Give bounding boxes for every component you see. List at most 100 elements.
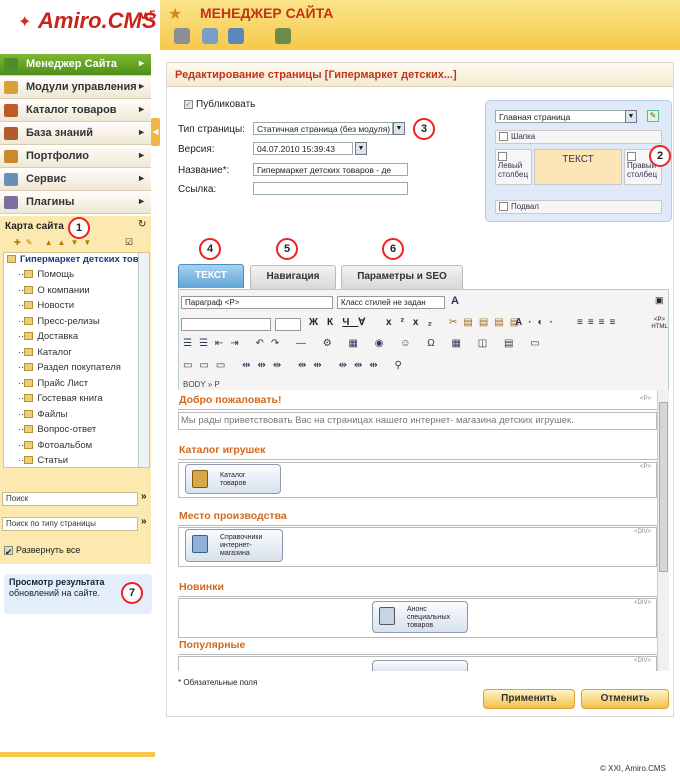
layout-left-column[interactable]: Левый столбец: [495, 149, 532, 185]
callout-3: 3: [413, 118, 435, 140]
top-bar: ★ МЕНЕДЖЕР САЙТА: [160, 0, 680, 50]
folder-icon: [24, 285, 34, 294]
size-select[interactable]: [275, 318, 301, 331]
tag-label: <P>: [639, 464, 651, 470]
special-offers-module-button[interactable]: Анонс специальных товаров: [372, 601, 468, 633]
style-select[interactable]: Класс стилей не задан: [337, 296, 445, 309]
tree-item[interactable]: ·· Вопрос-ответ: [18, 424, 96, 440]
maximize-icon[interactable]: ▣: [655, 295, 664, 306]
tree-item[interactable]: ·· Статьи: [18, 455, 68, 467]
color-buttons[interactable]: A·◐·: [515, 317, 559, 328]
tab-text[interactable]: ТЕКСТ: [178, 264, 244, 288]
search-type-go-icon[interactable]: »: [141, 516, 147, 527]
menu-item-label: Сервис: [26, 173, 67, 185]
layout-text: ТЕКСТ: [534, 149, 622, 185]
chevron-down-icon[interactable]: ▼: [625, 110, 637, 123]
font-style-icon[interactable]: A: [451, 295, 459, 307]
layout-select[interactable]: Главная страница: [495, 110, 635, 123]
catalog-module-button[interactable]: Каталог товаров: [185, 464, 281, 494]
page-type-select[interactable]: Статичная страница (без модуля): [253, 122, 393, 135]
tree-item[interactable]: ·· Прайс Лист: [18, 378, 88, 394]
menu-item-5[interactable]: Сервис ►: [0, 169, 151, 191]
tree-item[interactable]: ·· Пресс-релизы: [18, 316, 100, 332]
menu-item-6[interactable]: Плагины ►: [0, 192, 151, 214]
editor-scrollbar[interactable]: [657, 390, 669, 671]
expand-all[interactable]: ✔ Развернуть все: [4, 545, 80, 557]
tag-label: <DIV>: [633, 600, 651, 606]
tab-params-seo[interactable]: Параметры и SEO: [341, 265, 463, 289]
chevron-down-icon[interactable]: ▼: [355, 142, 367, 155]
layout-header[interactable]: Шапка: [495, 130, 662, 144]
chevron-right-icon: ►: [137, 173, 146, 183]
tree-root[interactable]: Гипермаркет детских тов: [7, 254, 139, 270]
tab-navigation[interactable]: Навигация: [250, 265, 336, 289]
sitemap-title: Карта сайта: [5, 221, 64, 232]
chevron-right-icon: ►: [137, 150, 146, 160]
sitemap-search-input[interactable]: Поиск: [2, 492, 138, 506]
folder-icon: [24, 378, 34, 387]
expand-all-checkbox[interactable]: ✔: [4, 546, 13, 557]
apply-button[interactable]: Применить: [483, 689, 575, 709]
name-label: Название*:: [178, 165, 230, 176]
list-buttons[interactable]: ☰☰⇤⇥ ↶↷ — ⚙ ▦ ◉ ☺ Ω ▦ ◫ ▤ ▭: [183, 338, 547, 349]
popular-module-button[interactable]: [372, 660, 468, 671]
directory-module-label: Справочники интернет-магазина: [220, 534, 263, 557]
plugins-icon: [4, 196, 18, 209]
refresh-pages-icon[interactable]: [228, 28, 244, 44]
refresh-icon[interactable]: ↻: [138, 219, 146, 230]
publish-toggle[interactable]: ✔ Публиковать: [184, 99, 255, 110]
text-format-buttons[interactable]: ЖКЧ∀ x²x₂: [309, 317, 441, 328]
edit-layout-icon[interactable]: ✎: [647, 110, 659, 122]
pages-icon[interactable]: [202, 28, 218, 44]
required-note: * Обязательные поля: [178, 678, 258, 687]
portfolio-icon: [4, 150, 18, 163]
folder-icon: [24, 456, 34, 465]
folder-icon: [24, 332, 34, 341]
folder-icon: [24, 301, 34, 310]
page-icon: [7, 255, 16, 264]
menu-item-label: Каталог товаров: [26, 104, 117, 116]
tree-item[interactable]: ·· Новости: [18, 300, 74, 316]
sitemap-toolbar[interactable]: ✚✎ ▲▲▼▼: [14, 238, 96, 247]
clipboard-buttons[interactable]: ✂▤▤▤▤: [449, 317, 525, 328]
directory-module-icon: [192, 535, 208, 553]
tree-scrollbar[interactable]: [138, 253, 149, 467]
menu-item-0[interactable]: Менеджер Сайта ►: [0, 54, 151, 76]
editor-content[interactable]: Добро пожаловать! <P> Мы рады приветство…: [178, 390, 657, 671]
directories-module-button[interactable]: Справочники интернет-магазина: [185, 529, 283, 562]
menu-item-3[interactable]: База знаний ►: [0, 123, 151, 145]
tree-item[interactable]: ·· Помощь: [18, 269, 74, 285]
tree-item[interactable]: ·· О компании: [18, 285, 90, 301]
format-select[interactable]: Параграф <P>: [181, 296, 333, 309]
version-label: Версия:: [178, 144, 215, 155]
section-welcome-title: Добро пожаловать!: [178, 394, 657, 410]
callout-5: 5: [276, 238, 298, 260]
tools-icon[interactable]: [174, 28, 190, 44]
search-go-icon[interactable]: »: [141, 491, 147, 502]
link-input[interactable]: [253, 182, 408, 195]
checkbox-icon[interactable]: ☑: [125, 237, 133, 248]
search-type-select[interactable]: Поиск по типу страницы: [2, 517, 138, 531]
screen-icon[interactable]: [275, 28, 291, 44]
menu-item-1[interactable]: Модули управления ►: [0, 77, 151, 99]
menu-item-4[interactable]: Портфолио ►: [0, 146, 151, 168]
tree-item[interactable]: ·· Файлы: [18, 409, 68, 425]
collapse-panel-button[interactable]: ◀: [151, 118, 160, 146]
menu-item-2[interactable]: Каталог товаров ►: [0, 100, 151, 122]
tree-item[interactable]: ·· Фотоальбом: [18, 440, 92, 456]
layout-footer[interactable]: Подвал: [495, 200, 662, 214]
version-select[interactable]: 04.07.2010 15:39:43: [253, 142, 353, 155]
tree-item[interactable]: ·· Раздел покупателя: [18, 362, 121, 378]
table-buttons[interactable]: ▭▭▭ ⇹⇹⇹ ⇹⇹ ⇹⇹⇹ ⚲: [183, 360, 409, 371]
font-select[interactable]: [181, 318, 271, 331]
chevron-down-icon[interactable]: ▼: [393, 122, 405, 135]
tree-item[interactable]: ·· Каталог: [18, 347, 72, 363]
folder-icon: [24, 409, 34, 418]
html-mode-button[interactable]: <P> HTML: [651, 317, 668, 331]
tree-item[interactable]: ·· Гостевая книга: [18, 393, 103, 409]
cancel-button[interactable]: Отменить: [581, 689, 669, 709]
name-input[interactable]: Гипермаркет детских товаров - де: [253, 163, 408, 176]
menu-item-label: Портфолио: [26, 150, 89, 162]
align-buttons[interactable]: ≡≡≡≡: [577, 317, 620, 328]
tree-item[interactable]: ·· Доставка: [18, 331, 78, 347]
